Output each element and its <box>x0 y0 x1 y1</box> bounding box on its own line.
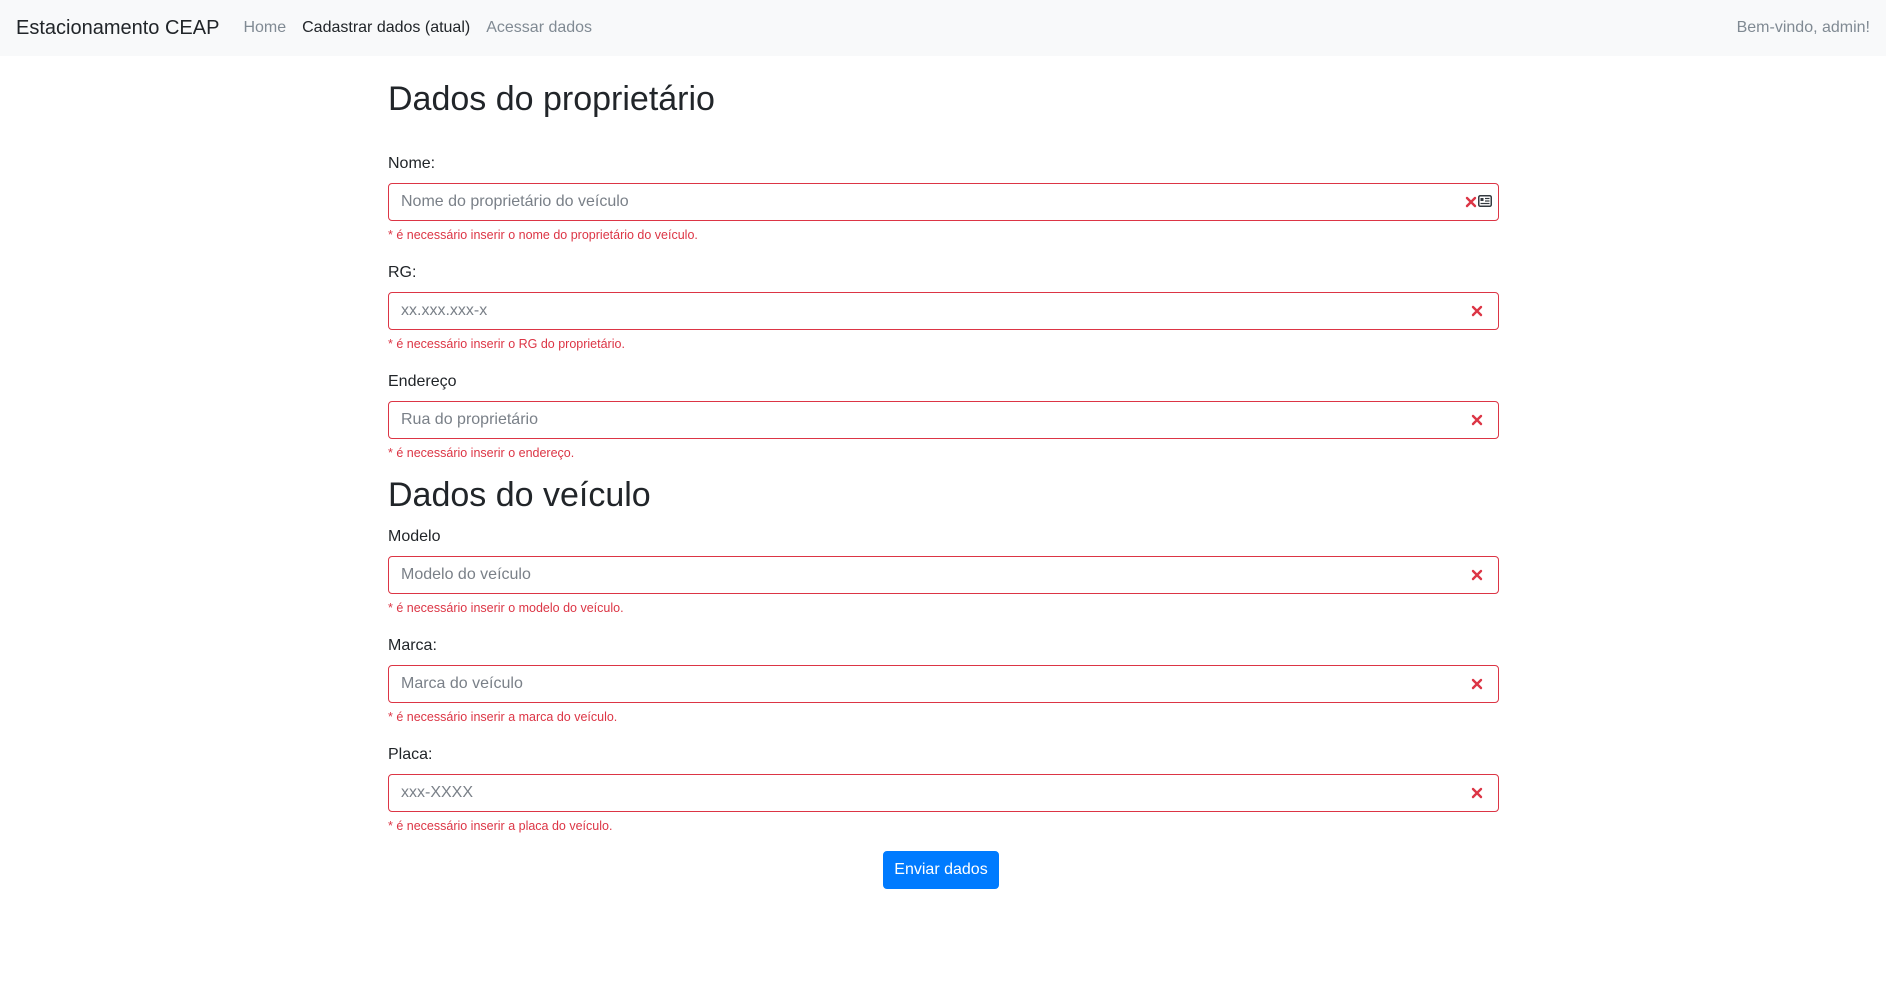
owner-address-group: Endereço * é necessário inserir o endere… <box>388 372 1499 461</box>
owner-rg-group: RG: * é necessário inserir o RG do propr… <box>388 263 1499 352</box>
vehicle-model-error: * é necessário inserir o modelo do veícu… <box>388 601 624 615</box>
vehicle-brand-label: Marca: <box>388 637 437 654</box>
vehicle-model-group: Modelo * é necessário inserir o modelo d… <box>388 527 1499 616</box>
vehicle-model-field-box <box>388 556 1499 594</box>
owner-name-field-box <box>388 183 1499 221</box>
vehicle-brand-error: * é necessário inserir a marca do veícul… <box>388 710 618 724</box>
welcome-text: Bem-vindo, admin! <box>1736 19 1870 36</box>
owner-section-title: Dados do proprietário <box>388 80 715 118</box>
nav-link-cadastrar-dados[interactable]: Cadastrar dados (atual) <box>302 19 470 37</box>
invalid-x-icon <box>1471 569 1483 581</box>
owner-rg-input[interactable] <box>389 293 1429 329</box>
owner-address-input[interactable] <box>389 402 1429 438</box>
vehicle-brand-group: Marca: * é necessário inserir a marca do… <box>388 636 1499 725</box>
invalid-x-icon <box>1471 414 1483 426</box>
vehicle-brand-field-box <box>388 665 1499 703</box>
owner-address-error: * é necessário inserir o endereço. <box>388 446 575 460</box>
vehicle-plate-error: * é necessário inserir a placa do veícul… <box>388 819 613 833</box>
vehicle-plate-field-box <box>388 774 1499 812</box>
invalid-x-icon <box>1471 678 1483 690</box>
owner-address-label: Endereço <box>388 373 457 390</box>
owner-rg-label: RG: <box>388 264 417 281</box>
navbar-brand[interactable]: Estacionamento CEAP <box>16 17 219 40</box>
invalid-x-icon <box>1471 305 1483 317</box>
navbar: Estacionamento CEAP Home Cadastrar dados… <box>0 0 1886 56</box>
vehicle-model-label: Modelo <box>388 528 441 545</box>
owner-address-field-box <box>388 401 1499 439</box>
vehicle-model-input[interactable] <box>389 557 1429 593</box>
submit-button[interactable]: Enviar dados <box>883 851 999 889</box>
owner-rg-field-box <box>388 292 1499 330</box>
owner-name-label: Nome: <box>388 155 436 172</box>
vehicle-plate-label: Placa: <box>388 746 433 763</box>
owner-rg-error: * é necessário inserir o RG do proprietá… <box>388 337 625 351</box>
vehicle-section-title: Dados do veículo <box>388 476 651 514</box>
owner-name-error: * é necessário inserir o nome do proprie… <box>388 228 698 242</box>
vehicle-plate-input[interactable] <box>389 775 1429 811</box>
vehicle-plate-group: Placa: * é necessário inserir a placa do… <box>388 745 1499 834</box>
owner-name-group: Nome: * é necessário inserir o nome do p… <box>388 154 1499 243</box>
owner-name-input[interactable] <box>389 184 1429 220</box>
autofill-card-icon[interactable] <box>1478 195 1492 207</box>
vehicle-brand-input[interactable] <box>389 666 1429 702</box>
invalid-x-icon <box>1471 787 1483 799</box>
nav-link-home[interactable]: Home <box>243 19 286 37</box>
nav-link-acessar-dados[interactable]: Acessar dados <box>486 19 592 37</box>
